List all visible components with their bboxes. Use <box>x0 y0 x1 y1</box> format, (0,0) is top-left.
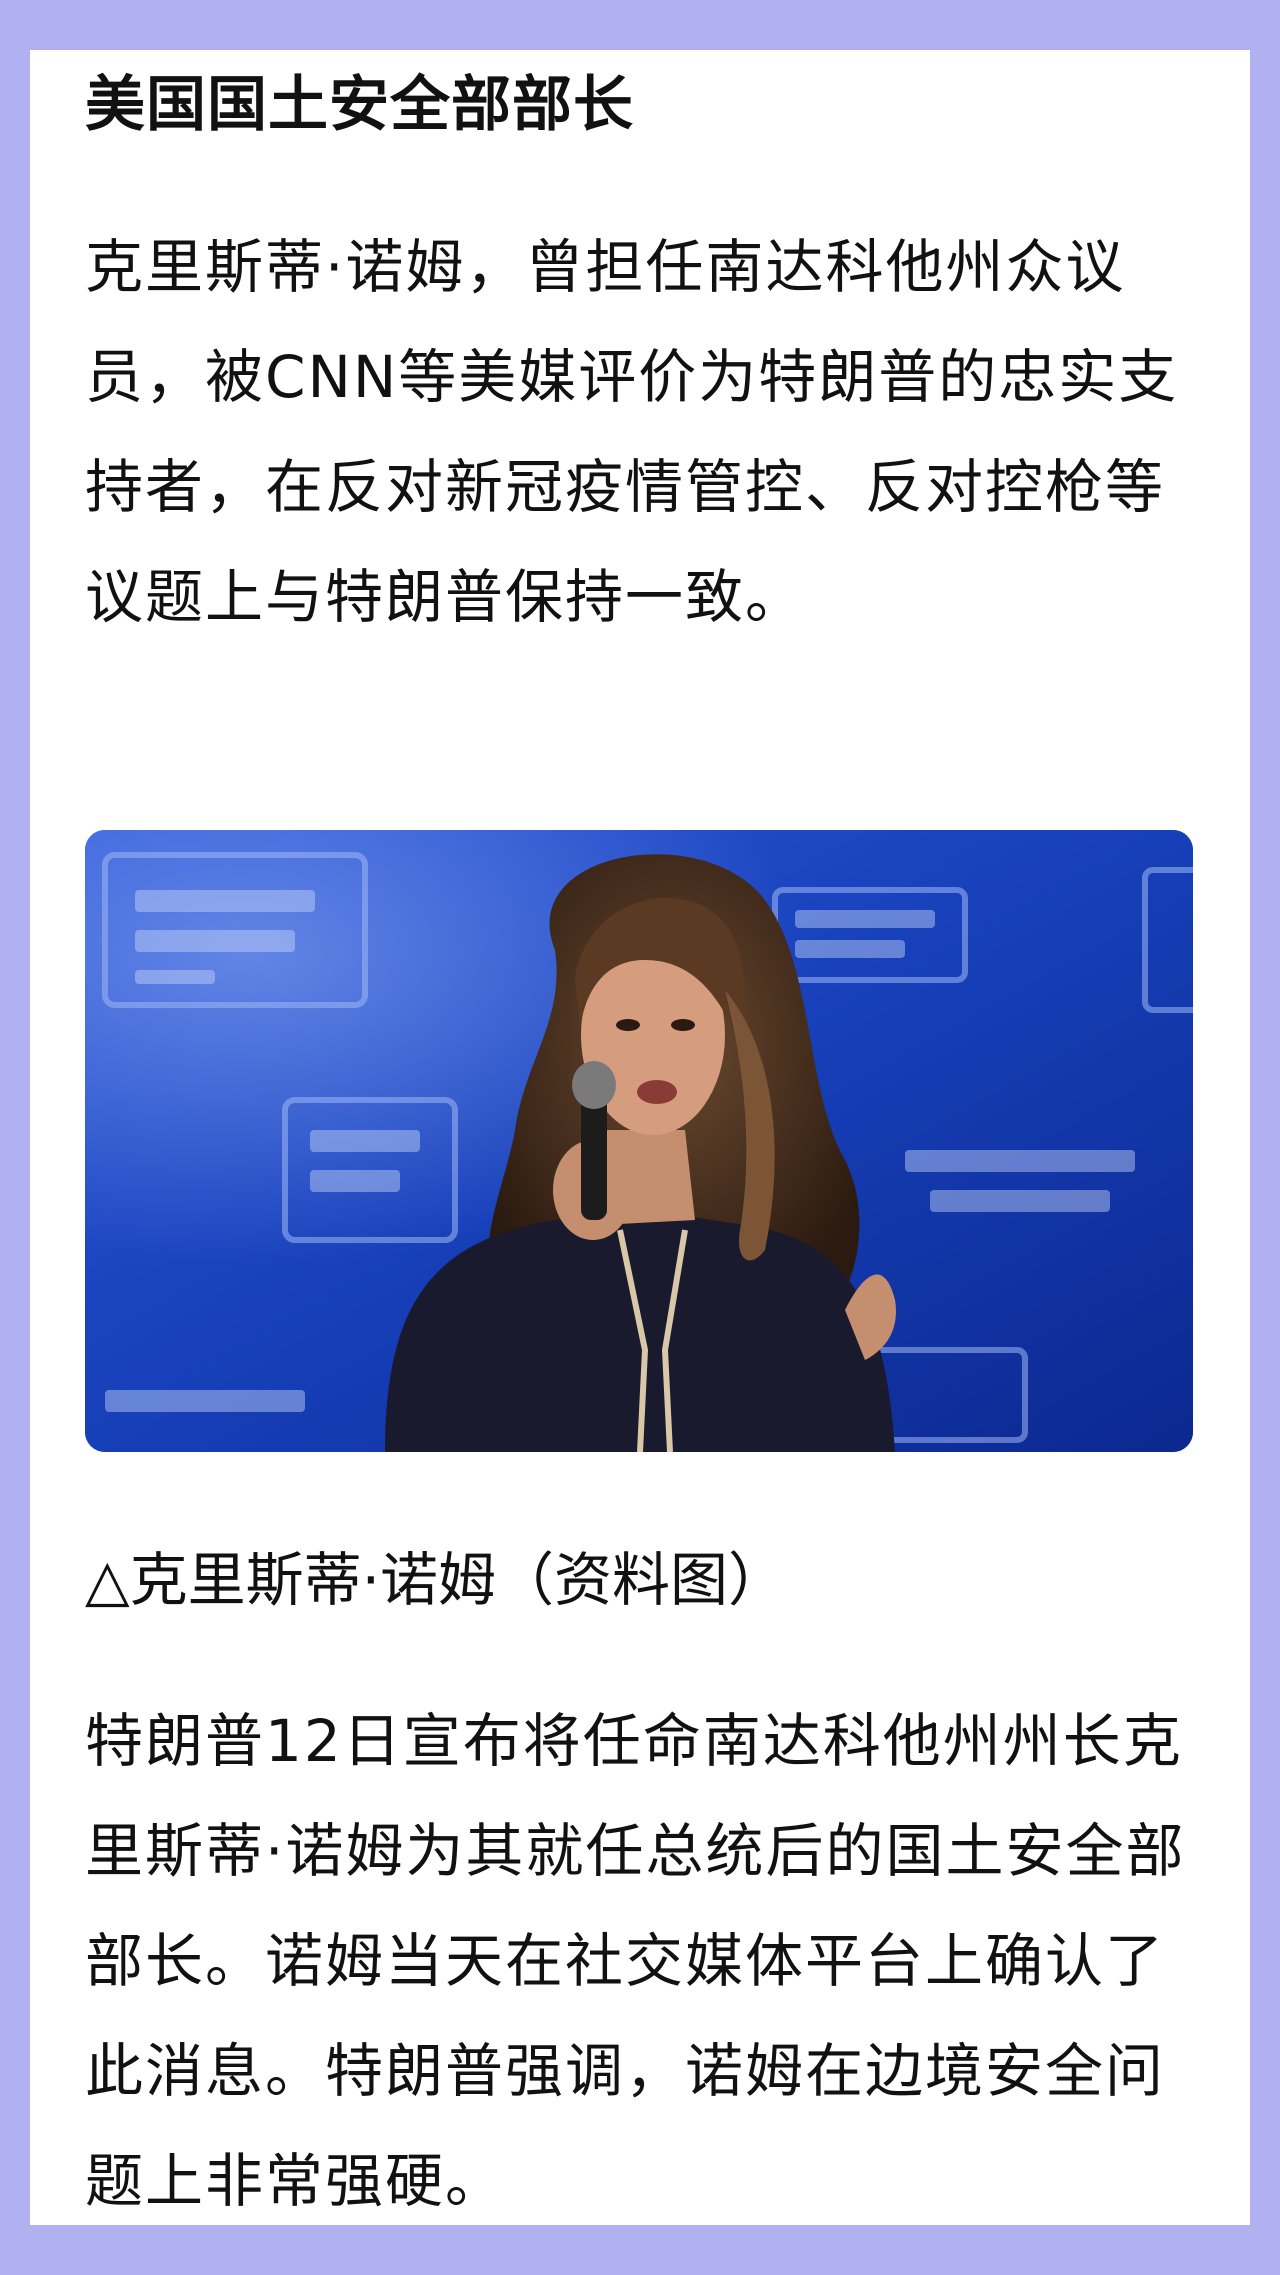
photo-illustration <box>85 830 1193 1452</box>
article-card: 美国国土安全部部长 克里斯蒂·诺姆，曾担任南达科他州众议员，被CNN等美媒评价为… <box>30 50 1250 2225</box>
article-heading: 美国国土安全部部长 <box>85 70 634 140</box>
article-photo[interactable] <box>85 830 1193 1452</box>
article-paragraph-intro: 克里斯蒂·诺姆，曾担任南达科他州众议员，被CNN等美媒评价为特朗普的忠实支持者，… <box>85 233 1179 631</box>
photo-caption: △克里斯蒂·诺姆（资料图） <box>85 1546 787 1614</box>
article-paragraph-main: 特朗普12日宣布将任命南达科他州州长克里斯蒂·诺姆为其就任总统后的国土安全部部长… <box>85 1707 1186 2215</box>
